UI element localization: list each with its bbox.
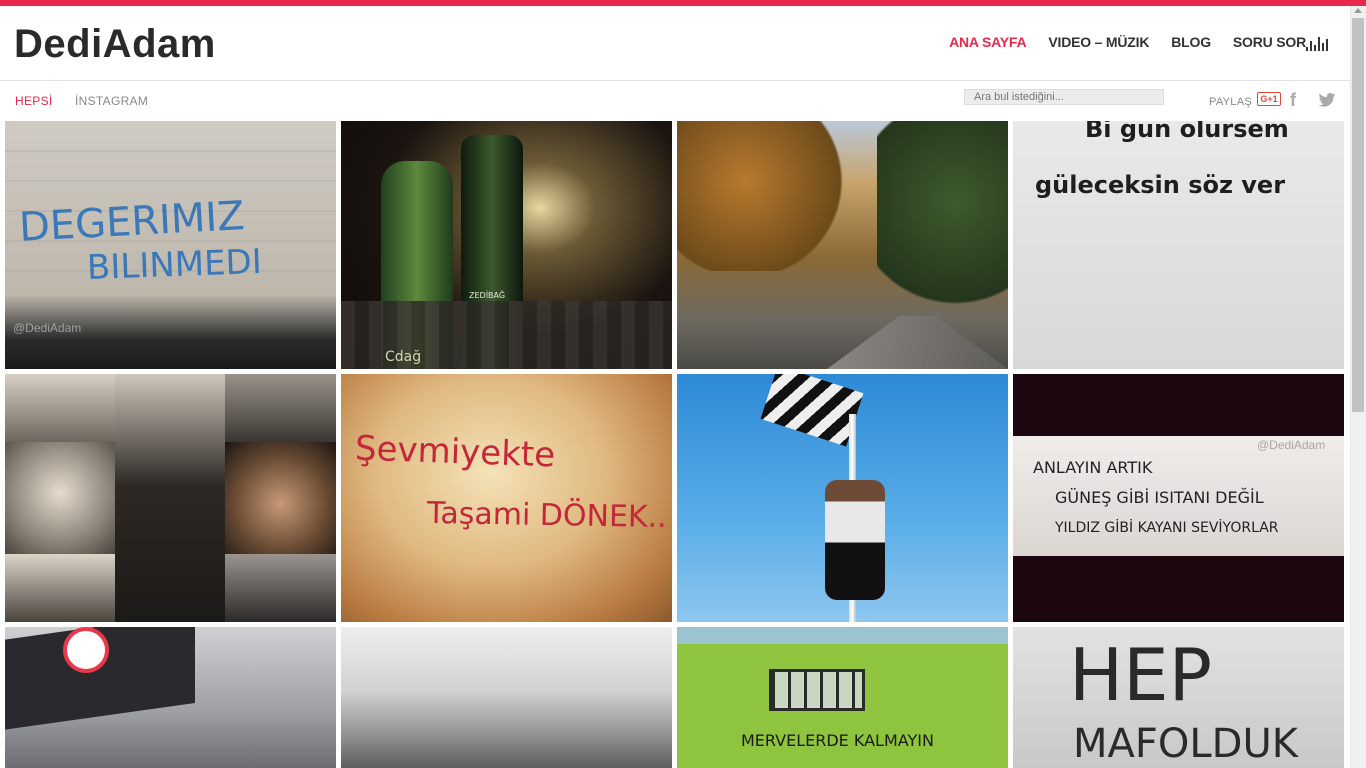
collage-cell	[225, 554, 336, 622]
bottle-label: ZEDİBAĞ	[469, 291, 506, 300]
photo-night-bottles[interactable]: ZEDİBAĞ Cdağ	[341, 121, 672, 369]
twitter-icon[interactable]	[1318, 93, 1336, 107]
wall-text-line-2: güleceksin söz ver	[1035, 171, 1286, 199]
filter-all[interactable]: HEPSİ	[15, 94, 53, 108]
collage-cell	[225, 442, 336, 554]
window-grill	[769, 669, 865, 711]
photo-ataturk-collage[interactable]	[5, 374, 336, 622]
photo-green-wall[interactable]: MERVELERDE KALMAYIN	[677, 627, 1008, 768]
sign-line-1: ANLAYIN ARTIK	[1033, 458, 1153, 477]
nav-item-home[interactable]: ANA SAYFA	[949, 34, 1026, 50]
wall-text-line-1: HEP	[1069, 633, 1213, 717]
watermark: @DediAdam	[1257, 438, 1326, 452]
flag	[760, 374, 864, 447]
search-input[interactable]	[964, 89, 1164, 105]
photo-wall-hep[interactable]: HEP MAFOLDUK	[1013, 627, 1344, 768]
road	[827, 316, 1008, 369]
wall-text-line-1: Bi gün ölürsem	[1085, 121, 1289, 143]
photo-wall-graffiti-blue[interactable]: DEGERIMIZ BILINMEDI @DediAdam	[5, 121, 336, 369]
tree-canopy-left	[677, 121, 847, 271]
nav-item-ask[interactable]: SORU SOR	[1233, 34, 1306, 50]
sign-line-3: YILDIZ GİBİ KAYANI SEVİYORLAR	[1055, 520, 1279, 536]
bottle-label-2: Cdağ	[385, 349, 422, 365]
site-header: DediAdam ANA SAYFA VIDEO – MÜZIK BLOG SO…	[0, 6, 1350, 81]
bjk-crest	[63, 627, 109, 673]
wall-text: MERVELERDE KALMAYIN	[741, 731, 934, 750]
photo-autumn-street[interactable]	[677, 121, 1008, 369]
graffiti-line-2: BILINMEDI	[86, 241, 263, 289]
collage-cell	[225, 374, 336, 442]
tree-canopy-right	[877, 121, 1008, 321]
photo-bjk-flag[interactable]	[5, 627, 336, 768]
watermark: @DediAdam	[13, 321, 82, 335]
sign-line-2: GÜNEŞ GİBİ ISITANI DEĞİL	[1055, 488, 1264, 507]
photo-cloudy-sky[interactable]	[341, 627, 672, 768]
collage-cell	[115, 374, 225, 622]
climber	[825, 480, 885, 600]
graffiti-line-1: Şevmiyekte	[354, 428, 556, 476]
scrollbar-thumb[interactable]	[1352, 18, 1364, 412]
wall-text-line-2: MAFOLDUK	[1073, 721, 1298, 767]
scroll-up-arrow-icon[interactable]	[1354, 8, 1362, 13]
collage-cell	[5, 442, 115, 554]
nav-item-blog[interactable]: BLOG	[1171, 34, 1211, 50]
google-plus-icon[interactable]: G+1	[1257, 92, 1281, 106]
filter-bar: HEPSİ İNSTAGRAM PAYLAŞ G+1 f	[0, 82, 1350, 120]
photo-grid: DEGERIMIZ BILINMEDI @DediAdam ZEDİBAĞ Cd…	[5, 121, 1345, 768]
main-nav: ANA SAYFA VIDEO – MÜZIK BLOG SORU SOR	[927, 34, 1306, 50]
photo-wall-red-graffiti[interactable]: Şevmiyekte Taşami DÖNEK..	[341, 374, 672, 622]
photo-wall-text-smile[interactable]: Bi gün ölürsem güleceksin söz ver	[1013, 121, 1344, 369]
equalizer-icon[interactable]	[1306, 35, 1330, 51]
filter-instagram[interactable]: İNSTAGRAM	[75, 94, 148, 108]
nav-item-video-music[interactable]: VIDEO – MÜZIK	[1048, 34, 1149, 50]
graffiti-line-2: Taşami DÖNEK..	[426, 495, 668, 536]
facebook-icon[interactable]: f	[1290, 90, 1296, 111]
photo-sign-anlayin[interactable]: ANLAYIN ARTIK GÜNEŞ GİBİ ISITANI DEĞİL Y…	[1013, 374, 1344, 622]
collage-cell	[5, 374, 115, 442]
share-label: PAYLAŞ	[1209, 96, 1252, 108]
site-logo[interactable]: DediAdam	[14, 22, 216, 67]
photo-flag-pole[interactable]	[677, 374, 1008, 622]
collage-cell	[5, 554, 115, 622]
